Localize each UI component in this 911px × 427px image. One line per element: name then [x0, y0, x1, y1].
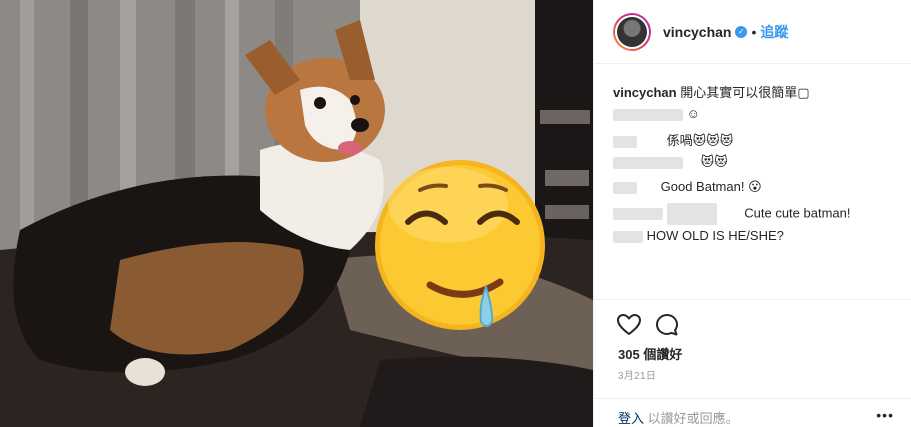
- login-bar: 登入 以讚好或回應。 •••: [594, 398, 911, 427]
- login-link[interactable]: 登入: [618, 411, 644, 426]
- comment-text: HOW OLD IS HE/SHE?: [646, 228, 784, 243]
- blurred-avatar: [666, 203, 717, 225]
- comment-item: Cute cute batman!: [613, 203, 850, 225]
- likes-number: 305: [618, 347, 640, 362]
- comment-item: HOW OLD IS HE/SHE?: [613, 228, 784, 243]
- caption: vincychan 開心其實可以很簡單▢: [613, 82, 810, 101]
- login-prompt: 登入 以讚好或回應。: [618, 408, 739, 427]
- caption-text: 開心其實可以很簡單▢: [680, 85, 810, 100]
- post-date[interactable]: 3月21日: [618, 367, 656, 382]
- verified-badge-icon: ✓: [735, 25, 748, 38]
- follow-button[interactable]: 追蹤: [760, 22, 788, 42]
- avatar-image: [617, 16, 647, 47]
- drooling-face-emoji: [375, 160, 545, 330]
- avatar[interactable]: [613, 12, 651, 51]
- instagram-post: vincychan ✓ • 追蹤 vincychan 開心其實可以很簡單▢ ☺ …: [0, 0, 911, 427]
- blurred-username: [613, 181, 637, 194]
- comment-item: ☺: [613, 106, 700, 121]
- comment-text: Good Batman! 😮: [660, 179, 762, 194]
- post-actions: 305 個讚好 3月21日 登入 以讚好或回應。 •••: [594, 299, 911, 427]
- comment-text: ☺: [686, 106, 700, 121]
- more-options-icon[interactable]: •••: [876, 407, 894, 423]
- comment-icon[interactable]: [654, 312, 680, 338]
- username[interactable]: vincychan: [663, 24, 731, 40]
- avatar-frame: [615, 14, 649, 49]
- login-rest-text: 以讚好或回應。: [647, 411, 739, 426]
- blurred-username: [613, 156, 683, 169]
- blurred-username: [613, 108, 683, 121]
- post-header: vincychan ✓ • 追蹤: [594, 0, 911, 64]
- post-side-panel: vincychan ✓ • 追蹤 vincychan 開心其實可以很簡單▢ ☺ …: [593, 0, 911, 427]
- comment-item: Good Batman! 😮: [613, 179, 762, 195]
- post-photo[interactable]: [0, 0, 593, 427]
- comment-item: 係喎😻😻😻: [613, 130, 733, 149]
- comment-item: 😻😻: [613, 154, 728, 170]
- corgi-photo-illustration: [0, 0, 593, 427]
- likes-suffix: 個讚好: [643, 347, 683, 362]
- header-separator: •: [751, 23, 757, 40]
- blurred-username: [613, 230, 643, 243]
- comment-text: 係喎😻😻😻: [666, 133, 734, 148]
- blurred-username: [613, 135, 637, 148]
- likes-count[interactable]: 305 個讚好: [618, 344, 682, 363]
- heart-icon[interactable]: [616, 312, 642, 338]
- comment-text: 😻😻: [700, 154, 728, 169]
- blurred-username: [613, 208, 663, 220]
- comment-text: Cute cute batman!: [744, 205, 851, 221]
- caption-author[interactable]: vincychan: [613, 85, 677, 100]
